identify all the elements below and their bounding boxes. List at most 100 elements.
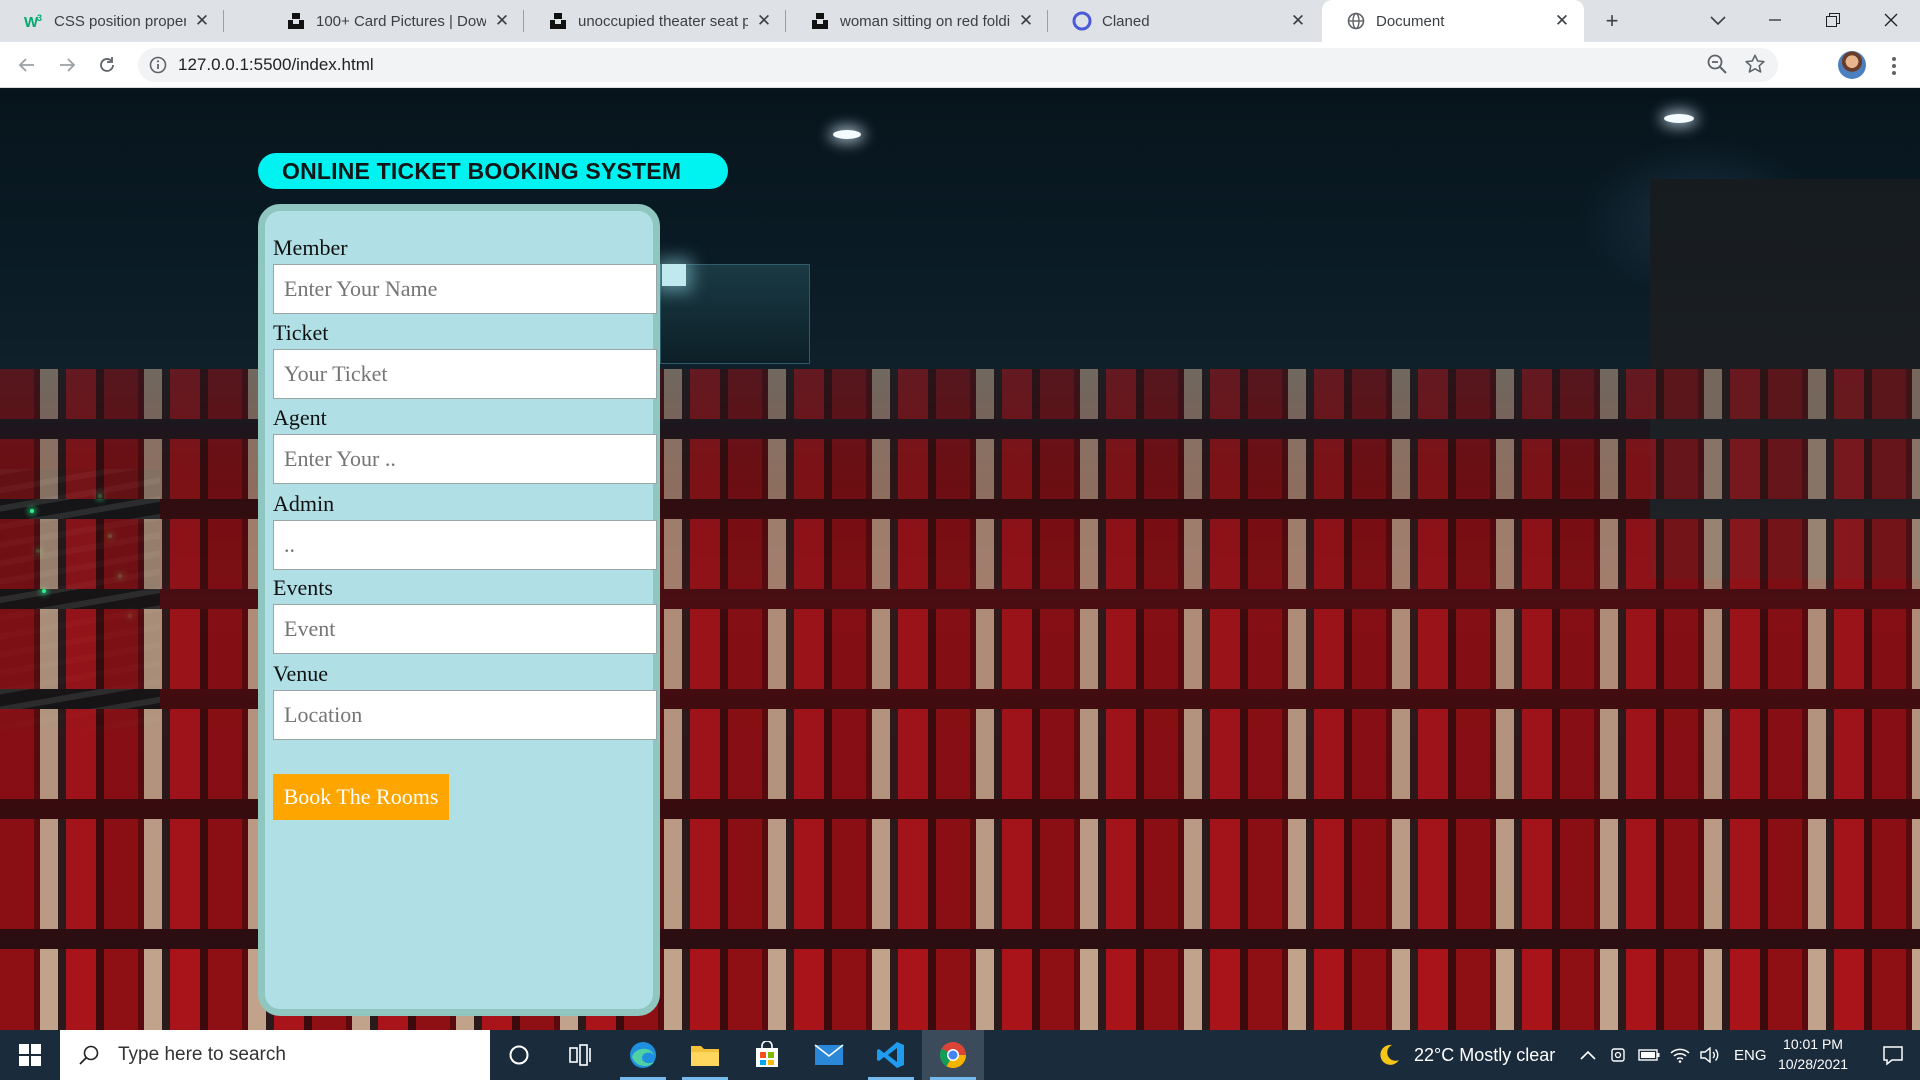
minimize-button[interactable]: [1748, 0, 1802, 40]
admin-label: Admin: [273, 491, 335, 516]
new-tab-button[interactable]: +: [1596, 6, 1628, 36]
stair-light: [42, 589, 46, 593]
tab-css-position[interactable]: W3 CSS position property ✕: [0, 0, 224, 42]
folder-icon: [691, 1046, 719, 1066]
events-input[interactable]: [273, 604, 657, 654]
file-explorer-taskbar-button[interactable]: [674, 1030, 736, 1080]
tab-card-pictures[interactable]: 100+ Card Pictures | Download ✕: [262, 0, 524, 42]
browser-menu-button[interactable]: [1884, 53, 1904, 79]
admin-input[interactable]: [273, 520, 657, 570]
taskbar-clock[interactable]: 10:01 PM 10/28/2021: [1766, 1034, 1860, 1076]
theater-stairs: [0, 469, 160, 729]
task-view-icon: [569, 1044, 591, 1066]
search-icon: [74, 1040, 104, 1070]
tab-search-button[interactable]: [1702, 6, 1734, 36]
windows-logo-icon: [19, 1044, 41, 1066]
vscode-taskbar-button[interactable]: [860, 1030, 922, 1080]
profile-avatar[interactable]: [1838, 51, 1866, 79]
tab-claned[interactable]: Claned ✕: [1048, 0, 1320, 42]
clock-time: 10:01 PM: [1783, 1036, 1843, 1052]
projector-window: [662, 264, 686, 286]
page-title: ONLINE TICKET BOOKING SYSTEM: [282, 157, 682, 184]
close-tab-icon[interactable]: ✕: [192, 11, 212, 31]
tab-woman-sitting[interactable]: woman sitting on red folding ✕: [786, 0, 1048, 42]
unsplash-icon: [286, 11, 306, 31]
reload-button[interactable]: [91, 49, 123, 81]
unsplash-icon: [810, 11, 830, 31]
venue-input[interactable]: [273, 690, 657, 740]
events-label: Events: [273, 575, 333, 600]
booking-form: Member Ticket Agent Admin Events Venue B…: [258, 204, 660, 1016]
tab-label: Claned: [1102, 12, 1150, 30]
member-input[interactable]: [273, 264, 657, 314]
notifications-button[interactable]: [1866, 1030, 1920, 1080]
address-bar[interactable]: 127.0.0.1:5500/index.html: [138, 48, 1778, 82]
close-tab-icon[interactable]: ✕: [1016, 11, 1036, 31]
mail-icon: [814, 1044, 844, 1065]
tab-label: Document: [1376, 12, 1445, 30]
start-button[interactable]: [0, 1030, 60, 1080]
more-vert-icon: [1892, 57, 1896, 75]
close-tab-icon[interactable]: ✕: [1552, 11, 1572, 31]
member-label: Member: [273, 235, 348, 260]
stair-light: [30, 509, 34, 513]
taskbar-search[interactable]: Type here to search: [60, 1030, 490, 1080]
tab-document[interactable]: Document ✕: [1322, 0, 1584, 42]
close-icon: [1884, 13, 1898, 27]
ticket-label: Ticket: [273, 320, 329, 345]
agent-label: Agent: [273, 405, 327, 430]
store-taskbar-button[interactable]: [736, 1030, 798, 1080]
edge-taskbar-button[interactable]: [612, 1030, 674, 1080]
chrome-icon: [939, 1042, 967, 1069]
chevron-down-icon: [1710, 16, 1726, 26]
tab-label: 100+ Card Pictures | Download: [316, 12, 486, 30]
bookmark-star-icon[interactable]: [1744, 53, 1766, 80]
cortana-button[interactable]: [488, 1030, 550, 1080]
close-tab-icon[interactable]: ✕: [492, 11, 512, 31]
page-viewport: ONLINE TICKET BOOKING SYSTEM Member Tick…: [0, 89, 1920, 1030]
meet-now-icon[interactable]: [1610, 1046, 1626, 1064]
forward-button[interactable]: [51, 49, 83, 81]
windows-taskbar: Type here to search 22°C Mostly clear EN…: [0, 1030, 1920, 1080]
url-text: 127.0.0.1:5500/index.html: [178, 55, 374, 74]
zoom-icon[interactable]: [1706, 53, 1728, 80]
system-tray: ENG: [1580, 1030, 1767, 1080]
close-tab-icon[interactable]: ✕: [754, 11, 774, 31]
close-tab-icon[interactable]: ✕: [1288, 11, 1308, 31]
edge-browser-icon: [630, 1042, 656, 1068]
ticket-input[interactable]: [273, 349, 657, 399]
chevron-up-icon[interactable]: [1580, 1050, 1596, 1060]
store-bag-icon: [756, 1041, 778, 1067]
minimize-icon: [1769, 19, 1781, 21]
language-indicator[interactable]: ENG: [1734, 1047, 1767, 1064]
restore-icon: [1826, 13, 1840, 27]
wifi-icon[interactable]: [1670, 1047, 1690, 1063]
weather-text: 22°C Mostly clear: [1414, 1044, 1556, 1065]
mail-taskbar-button[interactable]: [798, 1030, 860, 1080]
back-button[interactable]: [11, 49, 43, 81]
volume-icon[interactable]: [1700, 1047, 1720, 1063]
task-view-button[interactable]: [550, 1030, 612, 1080]
claned-icon: [1072, 11, 1092, 31]
tab-label: woman sitting on red folding: [840, 12, 1010, 30]
close-window-button[interactable]: [1864, 0, 1918, 40]
unsplash-icon: [548, 11, 568, 31]
search-placeholder: Type here to search: [118, 1044, 286, 1065]
browser-toolbar: 127.0.0.1:5500/index.html: [0, 42, 1920, 88]
info-icon[interactable]: [148, 55, 168, 75]
weather-widget[interactable]: 22°C Mostly clear: [1376, 1030, 1555, 1080]
agent-input[interactable]: [273, 434, 657, 484]
chrome-taskbar-button[interactable]: [922, 1030, 984, 1080]
battery-icon[interactable]: [1638, 1048, 1660, 1062]
ceiling-light: [1664, 114, 1694, 123]
book-rooms-button[interactable]: Book The Rooms: [273, 774, 449, 820]
tab-theater-seat[interactable]: unoccupied theater seat photo ✕: [524, 0, 786, 42]
arrow-left-icon: [18, 58, 34, 72]
tab-label: CSS position property: [54, 12, 186, 30]
restore-button[interactable]: [1806, 0, 1860, 40]
ceiling-light: [833, 130, 861, 139]
page-title-banner: ONLINE TICKET BOOKING SYSTEM: [258, 153, 728, 189]
clock-date: 10/28/2021: [1777, 1056, 1849, 1072]
tab-strip: W3 CSS position property ✕ 100+ Card Pic…: [0, 0, 1920, 42]
tab-label: unoccupied theater seat photo: [578, 12, 748, 30]
